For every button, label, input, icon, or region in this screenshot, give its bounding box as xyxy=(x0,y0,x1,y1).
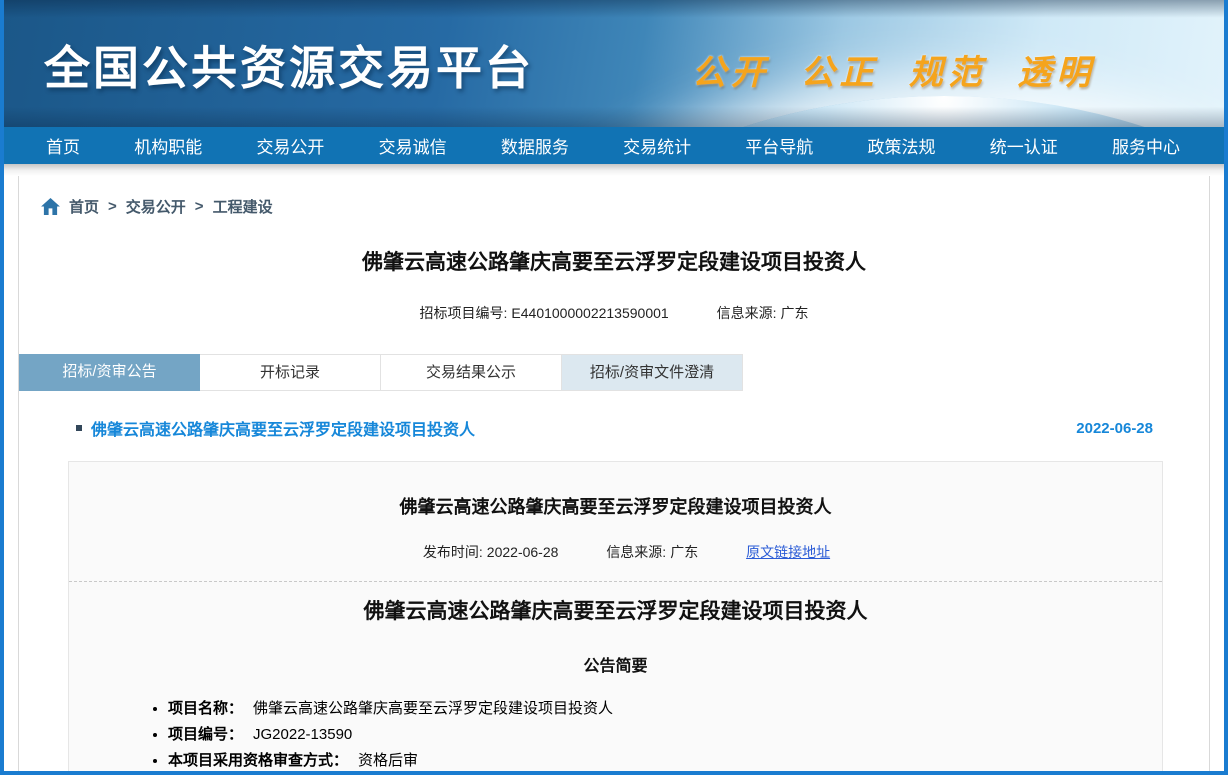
summary-list: 项目名称： 佛肇云高速公路肇庆高要至云浮罗定段建设项目投资人 项目编号： JG202… xyxy=(69,700,1162,771)
project-number-label: 招标项目编号: xyxy=(420,305,508,321)
info-source-value: 广东 xyxy=(780,305,808,321)
breadcrumb-trade-public[interactable]: 交易公开 xyxy=(126,196,186,217)
project-number-value: E4401000002213590001 xyxy=(511,305,668,321)
breadcrumb-home[interactable]: 首页 xyxy=(69,196,99,217)
announcement-link[interactable]: 佛肇云高速公路肇庆高要至云浮罗定段建设项目投资人 xyxy=(91,416,475,440)
tab-document-clarification[interactable]: 招标/资审文件澄清 xyxy=(562,354,743,391)
publish-time-group: 发布时间:2022-06-28 xyxy=(423,544,562,560)
home-icon xyxy=(41,198,60,215)
breadcrumb-separator: > xyxy=(108,198,117,215)
nav-item-trade-statistics[interactable]: 交易统计 xyxy=(623,133,691,158)
dashed-divider xyxy=(69,581,1162,582)
tab-bid-announcement[interactable]: 招标/资审公告 xyxy=(19,354,200,391)
summary-value: 佛肇云高速公路肇庆高要至云浮罗定段建设项目投资人 xyxy=(253,700,613,717)
main-nav: 首页 机构职能 交易公开 交易诚信 数据服务 交易统计 平台导航 政策法规 统一… xyxy=(4,127,1224,164)
summary-value: 资格后审 xyxy=(358,752,418,769)
nav-item-org-functions[interactable]: 机构职能 xyxy=(134,133,202,158)
nav-item-trade-integrity[interactable]: 交易诚信 xyxy=(379,133,447,158)
page-title: 佛肇云高速公路肇庆高要至云浮罗定段建设项目投资人 xyxy=(19,246,1209,276)
summary-label: 项目名称： xyxy=(168,700,243,717)
breadcrumb-engineering-construction[interactable]: 工程建设 xyxy=(213,196,273,217)
summary-item-project-number: 项目编号： JG2022-13590 xyxy=(168,726,1162,743)
tab-bar: 招标/资审公告 开标记录 交易结果公示 招标/资审文件澄清 xyxy=(19,354,1209,391)
detail-source-value: 广东 xyxy=(670,544,698,560)
nav-item-unified-auth[interactable]: 统一认证 xyxy=(990,133,1058,158)
nav-item-data-services[interactable]: 数据服务 xyxy=(501,133,569,158)
nav-item-platform-navigation[interactable]: 平台导航 xyxy=(745,133,813,158)
summary-label: 项目编号： xyxy=(168,726,243,743)
summary-item-project-name: 项目名称： 佛肇云高速公路肇庆高要至云浮罗定段建设项目投资人 xyxy=(168,700,1162,717)
page-container: 首页 > 交易公开 > 工程建设 佛肇云高速公路肇庆高要至云浮罗定段建设项目投资… xyxy=(18,176,1210,771)
summary-item-qualification-method: 本项目采用资格审查方式： 资格后审 xyxy=(168,752,1162,769)
detail-title: 佛肇云高速公路肇庆高要至云浮罗定段建设项目投资人 xyxy=(69,493,1162,519)
announcement-date: 2022-06-28 xyxy=(1076,420,1153,437)
original-link[interactable]: 原文链接地址 xyxy=(746,544,830,560)
summary-label: 本项目采用资格审查方式： xyxy=(168,752,348,769)
summary-value: JG2022-13590 xyxy=(253,726,352,743)
tab-trade-result[interactable]: 交易结果公示 xyxy=(381,354,562,391)
info-source-group: 信息来源:广东 xyxy=(717,305,809,321)
nav-item-home[interactable]: 首页 xyxy=(46,133,80,158)
nav-item-trade-public[interactable]: 交易公开 xyxy=(256,133,324,158)
breadcrumb-separator: > xyxy=(195,198,204,215)
square-bullet-icon xyxy=(76,425,82,431)
info-source-label: 信息来源: xyxy=(717,305,777,321)
browser-viewport: 全国公共资源交易平台 公开 公正 规范 透明 首页 机构职能 交易公开 交易诚信… xyxy=(0,0,1228,775)
tab-bid-opening-record[interactable]: 开标记录 xyxy=(200,354,381,391)
announcement-list-item: 佛肇云高速公路肇庆高要至云浮罗定段建设项目投资人 2022-06-28 xyxy=(76,416,1153,440)
detail-source-label: 信息来源: xyxy=(606,544,666,560)
nav-shadow xyxy=(4,164,1224,176)
article-meta: 招标项目编号:E4401000002213590001 信息来源:广东 xyxy=(19,303,1209,323)
detail-source-group: 信息来源:广东 xyxy=(606,544,702,560)
site-banner: 全国公共资源交易平台 公开 公正 规范 透明 xyxy=(4,0,1224,127)
site-slogan: 公开 公正 规范 透明 xyxy=(692,45,1095,94)
site-title: 全国公共资源交易平台 xyxy=(44,32,534,98)
project-number-group: 招标项目编号:E4401000002213590001 xyxy=(420,305,673,321)
detail-meta: 发布时间:2022-06-28 信息来源:广东 原文链接地址 xyxy=(69,542,1162,562)
summary-heading: 公告简要 xyxy=(69,652,1162,676)
publish-time-label: 发布时间: xyxy=(423,544,483,560)
nav-item-policies[interactable]: 政策法规 xyxy=(868,133,936,158)
announcement-detail-card: 佛肇云高速公路肇庆高要至云浮罗定段建设项目投资人 发布时间:2022-06-28… xyxy=(68,461,1163,771)
nav-item-service-center[interactable]: 服务中心 xyxy=(1112,133,1180,158)
publish-time-value: 2022-06-28 xyxy=(487,544,559,560)
detail-body-title: 佛肇云高速公路肇庆高要至云浮罗定段建设项目投资人 xyxy=(69,595,1162,625)
breadcrumb: 首页 > 交易公开 > 工程建设 xyxy=(19,176,1209,217)
